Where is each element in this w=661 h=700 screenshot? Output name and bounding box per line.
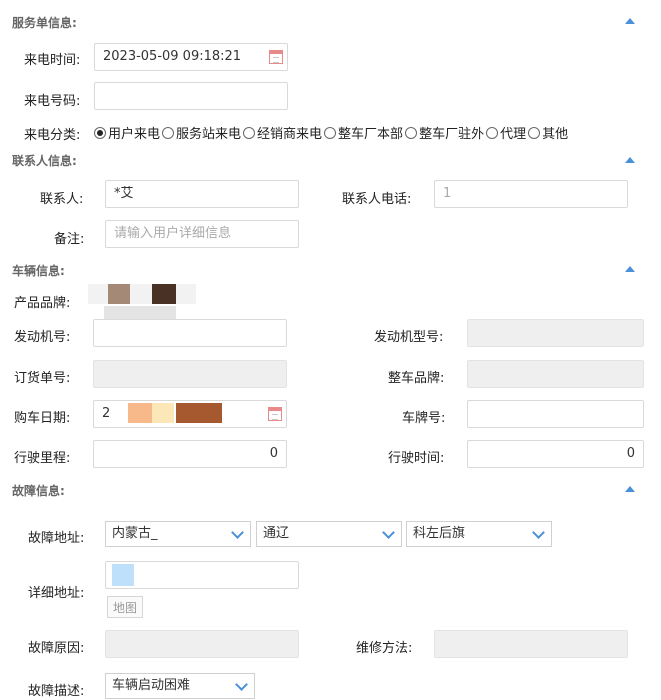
radio-icon <box>486 126 499 139</box>
engine-no-input[interactable] <box>93 319 287 347</box>
radio-factory-field[interactable]: 整车厂驻外 <box>405 123 484 142</box>
radio-other[interactable]: 其他 <box>528 123 568 142</box>
vehicle-brand-input[interactable] <box>467 360 644 388</box>
date-redacted <box>128 403 152 423</box>
map-button[interactable]: 地图 <box>107 596 144 618</box>
fault-desc-label: 故障描述: <box>28 684 85 699</box>
detail-address-input[interactable] <box>105 561 299 589</box>
section-title-fault: 故障信息: <box>12 484 65 498</box>
contact-name-label: 联系人: <box>40 192 84 207</box>
engine-no-label: 发动机号: <box>14 330 71 345</box>
radio-dealer-call[interactable]: 经销商来电 <box>243 123 322 142</box>
remark-input[interactable]: 请输入用户详细信息 <box>105 220 299 248</box>
radio-icon <box>405 126 418 139</box>
fault-cause-label: 故障原因: <box>28 641 85 656</box>
plate-input[interactable] <box>467 400 644 428</box>
province-select[interactable]: 内蒙古_ <box>105 521 251 547</box>
mileage-value: 0 <box>269 446 278 461</box>
repair-method-input[interactable] <box>434 630 628 658</box>
repair-method-label: 维修方法: <box>356 641 413 656</box>
call-time-value: 2023-05-09 09:18:21 <box>103 49 242 64</box>
brand-logo-redacted <box>108 284 130 304</box>
brand-redacted <box>88 284 196 304</box>
detail-address-label: 详细地址: <box>28 586 85 601</box>
contact-name-value: *艾 <box>114 186 134 201</box>
radio-user-call[interactable]: 用户来电 <box>94 123 160 142</box>
plate-label: 车牌号: <box>402 411 446 426</box>
radio-icon <box>243 126 256 139</box>
date-redacted <box>176 403 222 423</box>
contact-phone-label: 联系人电话: <box>342 192 412 207</box>
fault-desc-value: 车辆启动困难 <box>112 678 191 693</box>
section-title-vehicle: 车辆信息: <box>12 264 65 278</box>
vehicle-brand-label: 整车品牌: <box>388 371 445 386</box>
order-no-input[interactable] <box>93 360 287 388</box>
engine-model-label: 发动机型号: <box>374 330 444 345</box>
remark-label: 备注: <box>54 232 85 247</box>
collapse-icon[interactable] <box>625 266 635 272</box>
collapse-icon[interactable] <box>625 18 635 24</box>
radio-agent[interactable]: 代理 <box>486 123 526 142</box>
call-number-input[interactable] <box>94 82 288 110</box>
chevron-down-icon <box>235 678 248 691</box>
fault-cause-input[interactable] <box>105 630 299 658</box>
remark-placeholder: 请输入用户详细信息 <box>114 226 232 241</box>
drive-time-label: 行驶时间: <box>388 451 445 466</box>
chevron-down-icon <box>231 526 244 539</box>
call-time-input[interactable]: 2023-05-09 09:18:21 <box>94 43 288 71</box>
contact-phone-input[interactable]: 1 <box>434 180 628 208</box>
call-type-radio-group: 用户来电 服务站来电 经销商来电 整车厂本部 整车厂驻外 代理 其他 <box>94 123 570 142</box>
section-title-service: 服务单信息: <box>12 16 77 30</box>
call-number-label: 来电号码: <box>24 94 81 109</box>
section-title-contact: 联系人信息: <box>12 154 77 168</box>
address-redacted <box>112 564 134 586</box>
fault-address-label: 故障地址: <box>28 531 85 546</box>
collapse-icon[interactable] <box>625 486 635 492</box>
drive-time-value: 0 <box>626 446 635 461</box>
radio-factory-hq[interactable]: 整车厂本部 <box>324 123 403 142</box>
mileage-label: 行驶里程: <box>14 451 71 466</box>
call-type-label: 来电分类: <box>24 128 81 143</box>
radio-icon <box>324 126 337 139</box>
city-value: 通辽 <box>263 526 290 541</box>
county-value: 科左后旗 <box>413 526 466 541</box>
radio-checked-icon <box>94 126 106 139</box>
brand-logo-redacted <box>152 284 176 304</box>
date-redacted <box>152 403 174 423</box>
province-value: 内蒙古_ <box>112 526 158 541</box>
fault-desc-select[interactable]: 车辆启动困难 <box>105 673 255 699</box>
chevron-down-icon <box>532 526 545 539</box>
purchase-date-label: 购车日期: <box>14 411 71 426</box>
mileage-input[interactable]: 0 <box>93 440 287 468</box>
calendar-icon[interactable] <box>268 407 282 421</box>
calendar-icon[interactable] <box>269 50 283 64</box>
order-no-label: 订货单号: <box>14 371 71 386</box>
engine-model-input[interactable] <box>467 319 644 347</box>
city-select[interactable]: 通辽 <box>256 521 402 547</box>
drive-time-input[interactable]: 0 <box>467 440 644 468</box>
collapse-icon[interactable] <box>625 157 635 163</box>
brand-label: 产品品牌: <box>14 296 71 311</box>
county-select[interactable]: 科左后旗 <box>406 521 552 547</box>
radio-icon <box>528 126 541 139</box>
purchase-date-value: 2 <box>102 406 111 421</box>
radio-station-call[interactable]: 服务站来电 <box>162 123 241 142</box>
radio-icon <box>162 126 175 139</box>
contact-name-input[interactable]: *艾 <box>105 180 299 208</box>
contact-phone-value: 1 <box>443 186 452 201</box>
chevron-down-icon <box>382 526 395 539</box>
call-time-label: 来电时间: <box>24 53 81 68</box>
